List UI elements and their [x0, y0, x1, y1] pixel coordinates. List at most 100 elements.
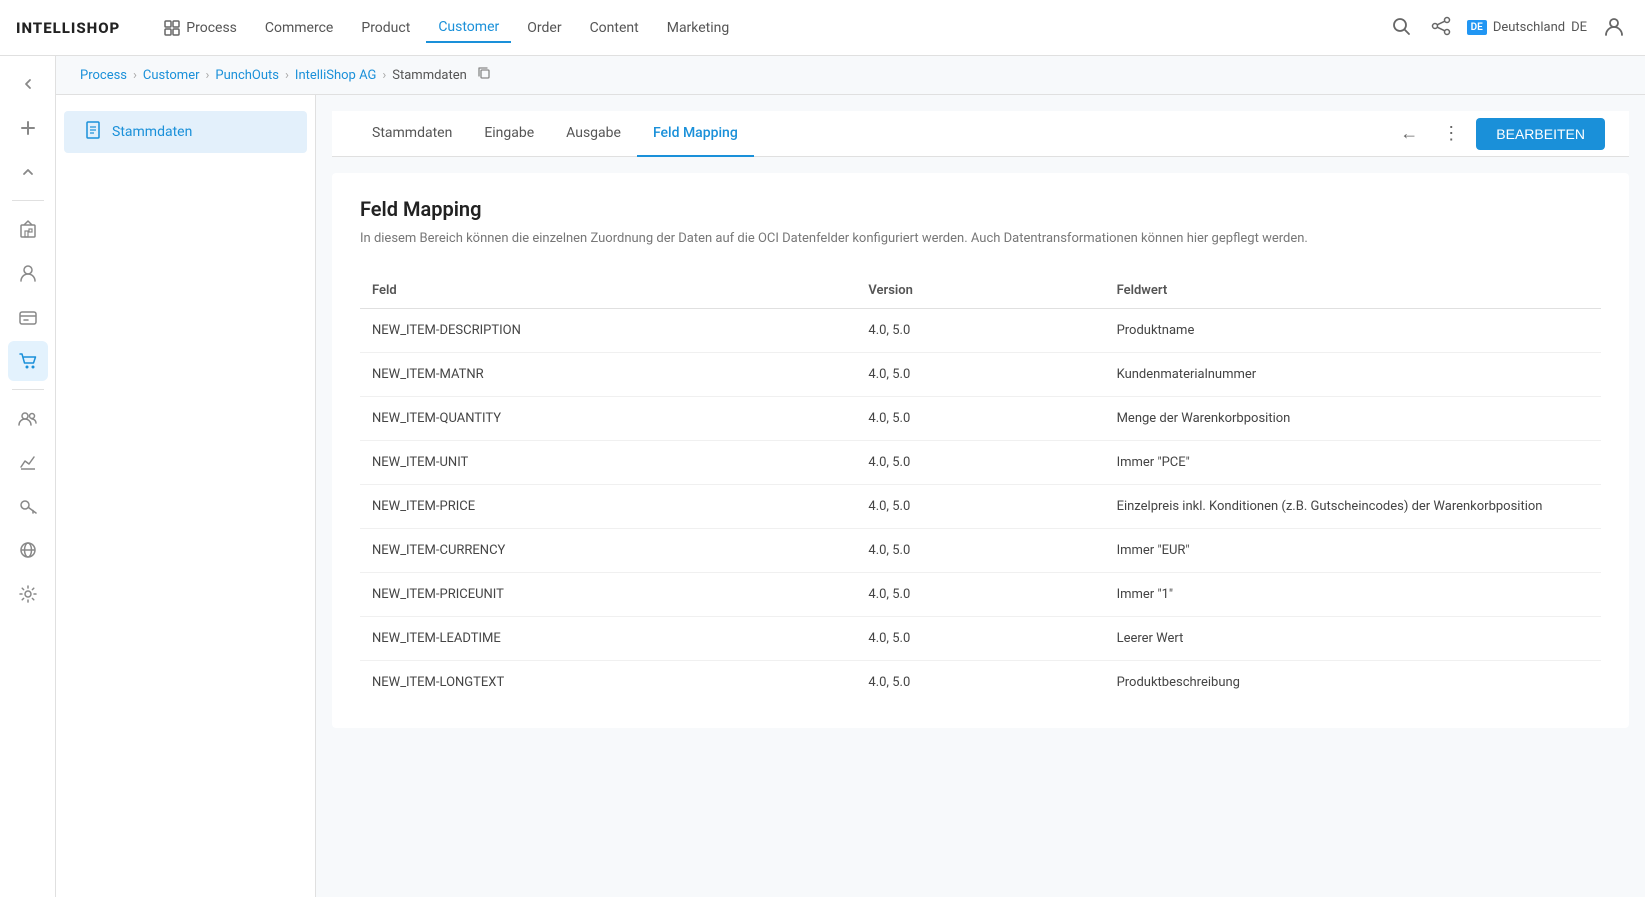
- app-logo: INTELLISHOP: [16, 19, 120, 37]
- cell-feldwert: Immer "PCE": [1105, 440, 1601, 484]
- tabs-bar: Stammdaten Eingabe Ausgabe Feld Mapping …: [332, 111, 1629, 157]
- collapse-sidebar-button[interactable]: [8, 64, 48, 104]
- card-title: Feld Mapping: [360, 197, 1601, 221]
- bearbeiten-button[interactable]: BEARBEITEN: [1476, 118, 1605, 150]
- app-layout: Process › Customer › PunchOuts › Intelli…: [0, 56, 1645, 897]
- nav-order[interactable]: Order: [515, 14, 573, 42]
- lang-code-label: DE: [1571, 20, 1587, 35]
- content-inner: Stammdaten Stammdaten Eingabe Ausgabe Fe…: [56, 95, 1645, 897]
- sidebar-divider-2: [12, 389, 44, 390]
- sidebar-cart-icon[interactable]: [8, 341, 48, 381]
- cell-version: 4.0, 5.0: [856, 308, 1104, 352]
- cell-feld: NEW_ITEM-LONGTEXT: [360, 660, 856, 704]
- more-options-button[interactable]: ⋮: [1434, 119, 1468, 148]
- right-panel: Stammdaten Eingabe Ausgabe Feld Mapping …: [316, 95, 1645, 897]
- tab-eingabe[interactable]: Eingabe: [468, 111, 550, 157]
- breadcrumb-sep-1: ›: [133, 68, 137, 83]
- cell-feld: NEW_ITEM-PRICEUNIT: [360, 572, 856, 616]
- card-description: In diesem Bereich können die einzelnen Z…: [360, 229, 1601, 249]
- back-button[interactable]: ←: [1392, 119, 1426, 148]
- cell-version: 4.0, 5.0: [856, 396, 1104, 440]
- tab-ausgabe[interactable]: Ausgabe: [550, 111, 637, 157]
- col-header-feld: Feld: [360, 273, 856, 309]
- search-button[interactable]: [1387, 12, 1415, 44]
- nav-commerce[interactable]: Commerce: [253, 14, 345, 42]
- col-header-version: Version: [856, 273, 1104, 309]
- sidebar-key-icon[interactable]: [8, 486, 48, 526]
- nav-customer[interactable]: Customer: [426, 13, 511, 43]
- table-row: NEW_ITEM-UNIT4.0, 5.0Immer "PCE": [360, 440, 1601, 484]
- nav-process-label: Process: [186, 20, 237, 36]
- left-panel-stammdaten[interactable]: Stammdaten: [64, 111, 307, 153]
- top-navigation: INTELLISHOP Process Commerce Product Cus…: [0, 0, 1645, 56]
- copy-icon[interactable]: [477, 66, 491, 84]
- table-row: NEW_ITEM-DESCRIPTION4.0, 5.0Produktname: [360, 308, 1601, 352]
- sidebar-group-icon[interactable]: [8, 398, 48, 438]
- breadcrumb-intellishop[interactable]: IntelliShop AG: [295, 68, 376, 83]
- table-row: NEW_ITEM-QUANTITY4.0, 5.0Menge der Waren…: [360, 396, 1601, 440]
- cell-feldwert: Produktname: [1105, 308, 1601, 352]
- sidebar-building-icon[interactable]: [8, 209, 48, 249]
- tab-stammdaten[interactable]: Stammdaten: [356, 111, 468, 157]
- nav-marketing[interactable]: Marketing: [655, 14, 742, 42]
- nav-product-label: Product: [361, 20, 410, 36]
- content-area: Process › Customer › PunchOuts › Intelli…: [56, 56, 1645, 897]
- sidebar-analytics-icon[interactable]: [8, 442, 48, 482]
- collapse-section-button[interactable]: [8, 152, 48, 192]
- table-row: NEW_ITEM-MATNR4.0, 5.0Kundenmaterialnumm…: [360, 352, 1601, 396]
- cell-feldwert: Kundenmaterialnummer: [1105, 352, 1601, 396]
- left-panel-stammdaten-label: Stammdaten: [112, 124, 192, 140]
- nav-product[interactable]: Product: [349, 14, 422, 42]
- cell-version: 4.0, 5.0: [856, 484, 1104, 528]
- sidebar-billing-icon[interactable]: [8, 297, 48, 337]
- breadcrumb-current: Stammdaten: [392, 68, 467, 83]
- cell-version: 4.0, 5.0: [856, 572, 1104, 616]
- breadcrumb-punchouts[interactable]: PunchOuts: [215, 68, 279, 83]
- language-selector[interactable]: DE Deutschland DE: [1467, 20, 1587, 35]
- lang-flag: DE: [1467, 20, 1487, 35]
- sidebar-divider-1: [12, 200, 44, 201]
- stammdaten-icon: [84, 121, 102, 143]
- nav-commerce-label: Commerce: [265, 20, 333, 36]
- mapping-table: Feld Version Feldwert NEW_ITEM-DESCRIPTI…: [360, 273, 1601, 704]
- table-row: NEW_ITEM-PRICEUNIT4.0, 5.0Immer "1": [360, 572, 1601, 616]
- nav-content[interactable]: Content: [578, 14, 651, 42]
- cell-feldwert: Produktbeschreibung: [1105, 660, 1601, 704]
- nav-content-label: Content: [590, 20, 639, 36]
- breadcrumb-process[interactable]: Process: [80, 68, 127, 83]
- left-panel: Stammdaten: [56, 95, 316, 897]
- nav-process[interactable]: Process: [152, 14, 249, 42]
- breadcrumb-customer[interactable]: Customer: [143, 68, 200, 83]
- cell-feldwert: Einzelpreis inkl. Konditionen (z.B. Guts…: [1105, 484, 1601, 528]
- nav-order-label: Order: [527, 20, 561, 36]
- feld-mapping-card: Feld Mapping In diesem Bereich können di…: [332, 173, 1629, 728]
- cell-feld: NEW_ITEM-DESCRIPTION: [360, 308, 856, 352]
- cell-version: 4.0, 5.0: [856, 440, 1104, 484]
- add-button[interactable]: [8, 108, 48, 148]
- cell-feld: NEW_ITEM-PRICE: [360, 484, 856, 528]
- cell-version: 4.0, 5.0: [856, 616, 1104, 660]
- tab-feld-mapping[interactable]: Feld Mapping: [637, 111, 754, 157]
- table-row: NEW_ITEM-LEADTIME4.0, 5.0Leerer Wert: [360, 616, 1601, 660]
- sidebar-globe-icon[interactable]: [8, 530, 48, 570]
- breadcrumb-sep-2: ›: [206, 68, 210, 83]
- col-header-feldwert: Feldwert: [1105, 273, 1601, 309]
- table-body: NEW_ITEM-DESCRIPTION4.0, 5.0ProduktnameN…: [360, 308, 1601, 704]
- breadcrumb-sep-4: ›: [382, 68, 386, 83]
- nav-customer-label: Customer: [438, 19, 499, 35]
- cell-feld: NEW_ITEM-UNIT: [360, 440, 856, 484]
- icon-sidebar: [0, 56, 56, 897]
- tabs-actions: ← ⋮ BEARBEITEN: [1392, 118, 1605, 150]
- cell-version: 4.0, 5.0: [856, 660, 1104, 704]
- nav-items: Process Commerce Product Customer Order …: [152, 13, 1386, 43]
- share-button[interactable]: [1427, 12, 1455, 44]
- user-profile-button[interactable]: [1599, 11, 1629, 45]
- breadcrumb-sep-3: ›: [285, 68, 289, 83]
- nav-marketing-label: Marketing: [667, 20, 730, 36]
- table-header: Feld Version Feldwert: [360, 273, 1601, 309]
- cell-feld: NEW_ITEM-MATNR: [360, 352, 856, 396]
- sidebar-settings-icon[interactable]: [8, 574, 48, 614]
- table-header-row: Feld Version Feldwert: [360, 273, 1601, 309]
- sidebar-user-icon[interactable]: [8, 253, 48, 293]
- cell-feld: NEW_ITEM-QUANTITY: [360, 396, 856, 440]
